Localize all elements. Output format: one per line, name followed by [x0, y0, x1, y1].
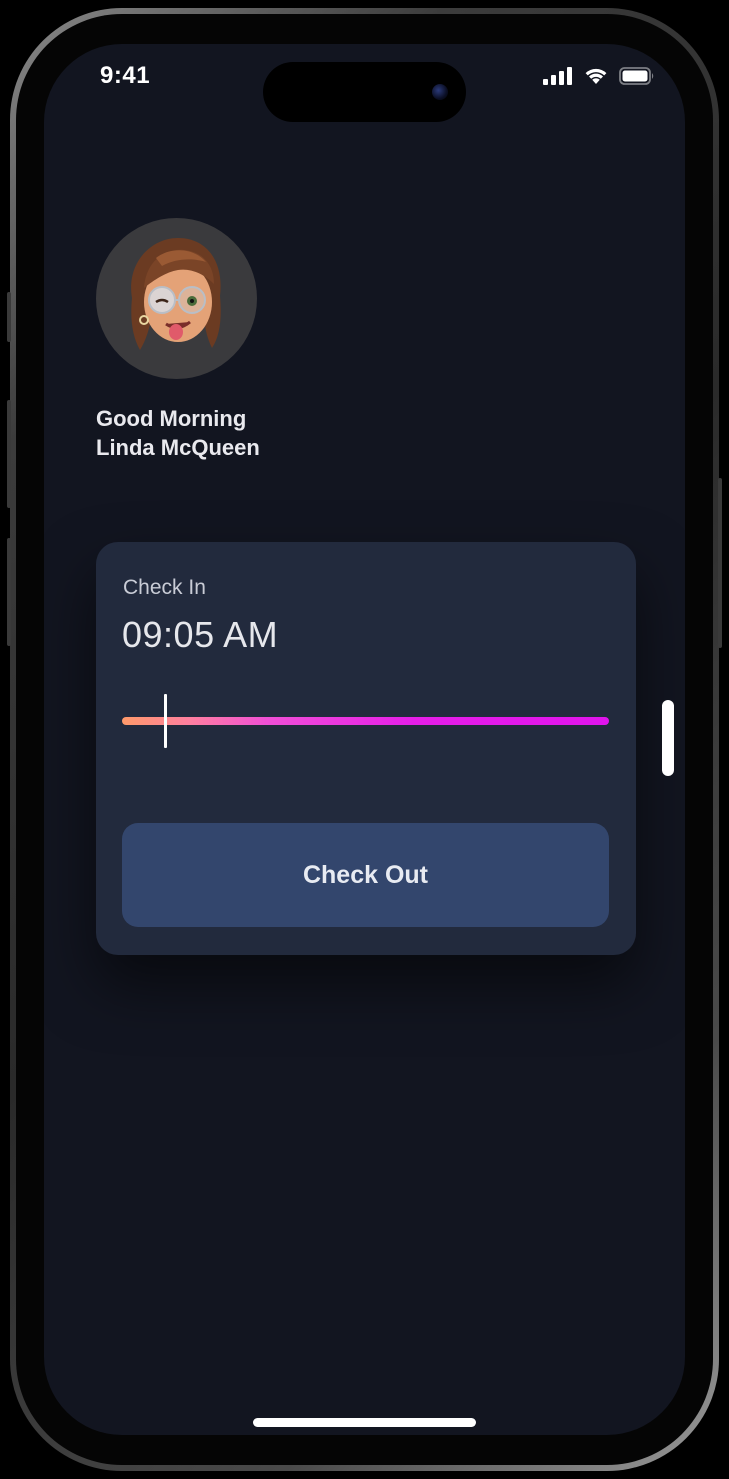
volume-down-button — [7, 538, 11, 646]
scrollbar-thumb[interactable] — [662, 700, 674, 776]
power-button — [718, 478, 722, 648]
battery-icon — [619, 66, 654, 85]
check-out-button[interactable]: Check Out — [122, 823, 609, 927]
work-progress-bar — [122, 717, 609, 725]
cellular-signal-icon — [543, 66, 572, 85]
greeting-text: Good Morning Linda McQueen — [96, 404, 260, 462]
attendance-card: Check In 09:05 AM Check Out — [96, 542, 636, 955]
home-indicator[interactable] — [253, 1418, 476, 1427]
front-camera-icon — [432, 84, 448, 100]
user-name: Linda McQueen — [96, 435, 260, 460]
check-in-label: Check In — [123, 576, 206, 599]
memoji-avatar-icon — [131, 238, 221, 350]
wifi-icon — [585, 68, 607, 84]
dynamic-island — [263, 62, 466, 122]
status-bar-time: 9:41 — [100, 62, 151, 89]
status-bar-icons — [543, 66, 655, 85]
check-in-time: 09:05 AM — [122, 614, 279, 655]
app-screen: 9:41 Good Morning Linda McQueen Check In… — [44, 44, 685, 1435]
volume-up-button — [7, 400, 11, 508]
avatar[interactable] — [96, 218, 257, 379]
action-button — [7, 292, 11, 342]
greeting-line: Good Morning — [96, 406, 247, 431]
progress-handle[interactable] — [164, 694, 168, 748]
